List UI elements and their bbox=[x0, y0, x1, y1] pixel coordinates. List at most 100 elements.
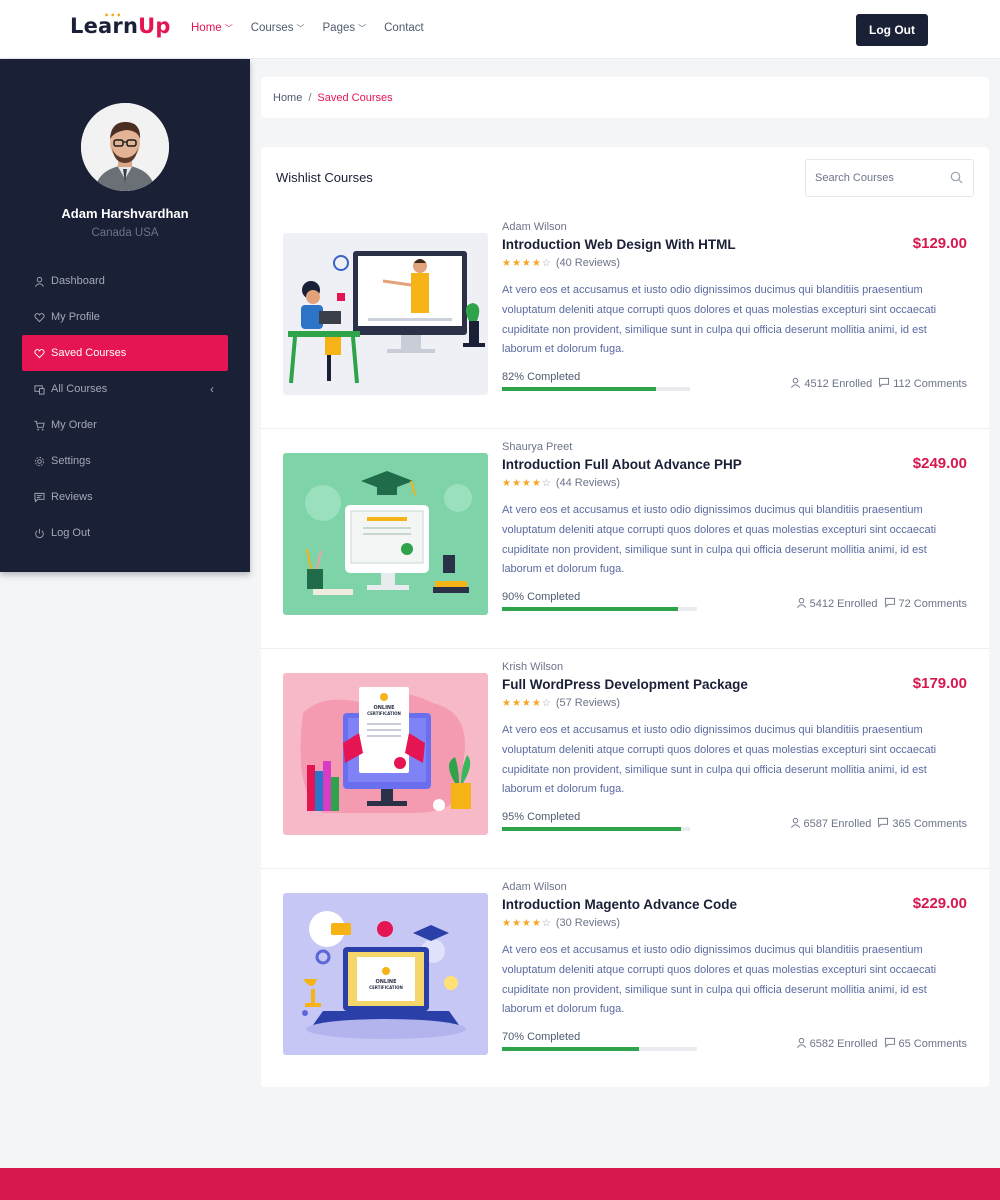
sidebar: Adam Harshvardhan Canada USA Dashboard M… bbox=[0, 59, 250, 572]
star-rating-icon: ★★★★☆ bbox=[502, 918, 552, 929]
sidebar-item-label: Log Out bbox=[51, 527, 91, 539]
star-empty-icon: ☆ bbox=[541, 697, 552, 709]
star-empty-icon: ☆ bbox=[541, 917, 552, 929]
sidebar-item-label: Reviews bbox=[51, 491, 93, 503]
nav-item-courses[interactable]: Courses ﹀ bbox=[251, 22, 305, 34]
review-count: (57 Reviews) bbox=[555, 697, 621, 709]
course-meta: 4512 Enrolled 112 Comments bbox=[790, 377, 967, 391]
gear-icon bbox=[33, 455, 45, 467]
review-count: (44 Reviews) bbox=[555, 477, 621, 489]
comment-count: 72 Comments bbox=[898, 598, 967, 610]
star-rating-icon: ★★★★☆ bbox=[502, 698, 552, 709]
logo[interactable]: LearnUp ••• bbox=[70, 11, 171, 38]
sidebar-menu: Dashboard My Profile Saved Courses All C… bbox=[22, 263, 228, 551]
sidebar-item-reviews[interactable]: Reviews bbox=[22, 479, 228, 515]
course-meta: 5412 Enrolled 72 Comments bbox=[796, 597, 967, 611]
sidebar-item-dashboard[interactable]: Dashboard bbox=[22, 263, 228, 299]
course-price: $129.00 bbox=[912, 235, 967, 252]
sidebar-item-log-out[interactable]: Log Out bbox=[22, 515, 228, 551]
nav-item-contact[interactable]: Contact bbox=[384, 22, 424, 34]
course-title[interactable]: Introduction Full About Advance PHP bbox=[502, 457, 742, 472]
progress-label: 70% Completed bbox=[502, 1031, 581, 1043]
user-location: Canada USA bbox=[91, 227, 159, 239]
course-rating: ★★★★☆ (57 Reviews) bbox=[502, 697, 620, 709]
user-icon bbox=[790, 817, 801, 831]
cart-icon bbox=[33, 419, 45, 431]
main-nav: Home ﹀ Courses ﹀ Pages ﹀ Contact bbox=[191, 22, 424, 34]
logout-button[interactable]: Log Out bbox=[856, 14, 928, 46]
breadcrumb-home-link[interactable]: Home bbox=[273, 92, 302, 104]
sidebar-item-all-courses[interactable]: All Courses ‹ bbox=[22, 371, 228, 407]
course-rating: ★★★★☆ (44 Reviews) bbox=[502, 477, 620, 489]
progress-label: 82% Completed bbox=[502, 371, 581, 383]
breadcrumb-separator: / bbox=[308, 91, 312, 104]
wishlist-panel: Wishlist Courses Search Courses Adam Wil… bbox=[261, 147, 989, 1087]
course-author: Adam Wilson bbox=[502, 221, 567, 233]
footer-band bbox=[0, 1168, 1000, 1200]
enrolled-count: 6582 Enrolled bbox=[809, 1038, 878, 1050]
course-author: Krish Wilson bbox=[502, 661, 564, 673]
star-empty-icon: ☆ bbox=[541, 257, 552, 269]
course-author: Shaurya Preet bbox=[502, 441, 573, 453]
course-card[interactable]: Shaurya Preet Introduction Full About Ad… bbox=[261, 429, 989, 649]
comment-count: 365 Comments bbox=[892, 818, 967, 830]
online-certification-illustration[interactable]: ONLINE CERTIFICATION bbox=[283, 673, 488, 835]
comment-icon bbox=[878, 377, 890, 391]
course-title[interactable]: Introduction Web Design With HTML bbox=[502, 237, 736, 252]
laptop-certification-illustration[interactable]: ONLINE CERTIFICATION bbox=[283, 893, 488, 1055]
sidebar-item-saved-courses[interactable]: Saved Courses bbox=[22, 335, 228, 371]
stars-filled: ★★★★ bbox=[502, 697, 542, 709]
logo-dots-icon: ••• bbox=[104, 11, 123, 20]
nav-item-pages[interactable]: Pages ﹀ bbox=[323, 22, 367, 34]
page-title: Wishlist Courses bbox=[276, 170, 373, 185]
sidebar-item-label: My Order bbox=[51, 419, 97, 431]
monitor-icon bbox=[33, 383, 45, 395]
sidebar-item-my-profile[interactable]: My Profile bbox=[22, 299, 228, 335]
chevron-left-icon: ‹ bbox=[210, 382, 214, 396]
course-card[interactable]: ONLINE CERTIFICATION Adam Wilson Introdu… bbox=[261, 869, 989, 1089]
search-input[interactable]: Search Courses bbox=[805, 159, 974, 197]
review-count: (40 Reviews) bbox=[555, 257, 621, 269]
sidebar-item-settings[interactable]: Settings bbox=[22, 443, 228, 479]
course-title[interactable]: Full WordPress Development Package bbox=[502, 677, 748, 692]
nav-label: Home bbox=[191, 22, 222, 34]
comment-icon bbox=[33, 491, 45, 503]
nav-item-home[interactable]: Home ﹀ bbox=[191, 22, 233, 34]
online-class-illustration[interactable] bbox=[283, 233, 488, 395]
sidebar-item-label: My Profile bbox=[51, 311, 100, 323]
course-card[interactable]: ONLINE CERTIFICATION Krish Wilson Full W… bbox=[261, 649, 989, 869]
course-title[interactable]: Introduction Magento Advance Code bbox=[502, 897, 737, 912]
course-rating: ★★★★☆ (30 Reviews) bbox=[502, 917, 620, 929]
heart-icon bbox=[33, 347, 45, 359]
sidebar-item-label: Saved Courses bbox=[51, 347, 127, 359]
breadcrumb: Home / Saved Courses bbox=[261, 77, 989, 118]
star-rating-icon: ★★★★☆ bbox=[502, 478, 552, 489]
search-icon[interactable] bbox=[950, 171, 963, 187]
course-meta: 6587 Enrolled 365 Comments bbox=[790, 817, 967, 831]
star-empty-icon: ☆ bbox=[541, 477, 552, 489]
enrolled-count: 6587 Enrolled bbox=[803, 818, 872, 830]
user-icon bbox=[33, 275, 45, 287]
comment-count: 65 Comments bbox=[898, 1038, 967, 1050]
progress-bar bbox=[502, 607, 697, 611]
sidebar-item-label: Dashboard bbox=[51, 275, 105, 287]
breadcrumb-current: Saved Courses bbox=[317, 91, 393, 104]
sidebar-item-label: Settings bbox=[51, 455, 91, 467]
sidebar-item-my-order[interactable]: My Order bbox=[22, 407, 228, 443]
top-header: LearnUp ••• Home ﹀ Courses ﹀ Pages ﹀ Contac… bbox=[0, 0, 1000, 59]
course-price: $229.00 bbox=[912, 895, 967, 912]
progress-bar bbox=[502, 1047, 697, 1051]
comment-count: 112 Comments bbox=[893, 378, 967, 390]
user-icon bbox=[790, 377, 801, 391]
nav-label: Pages bbox=[322, 22, 356, 34]
course-description: At vero eos et accusamus et iusto odio d… bbox=[502, 944, 937, 1016]
certificate-illustration[interactable] bbox=[283, 453, 488, 615]
course-description: At vero eos et accusamus et iusto odio d… bbox=[502, 504, 937, 576]
user-icon bbox=[796, 597, 807, 611]
progress-fill bbox=[502, 607, 678, 611]
progress-fill bbox=[502, 387, 657, 391]
avatar[interactable] bbox=[81, 103, 169, 191]
stars-filled: ★★★★ bbox=[502, 917, 542, 929]
course-card[interactable]: Adam Wilson Introduction Web Design With… bbox=[261, 209, 989, 429]
sidebar-item-label: All Courses bbox=[51, 383, 108, 395]
